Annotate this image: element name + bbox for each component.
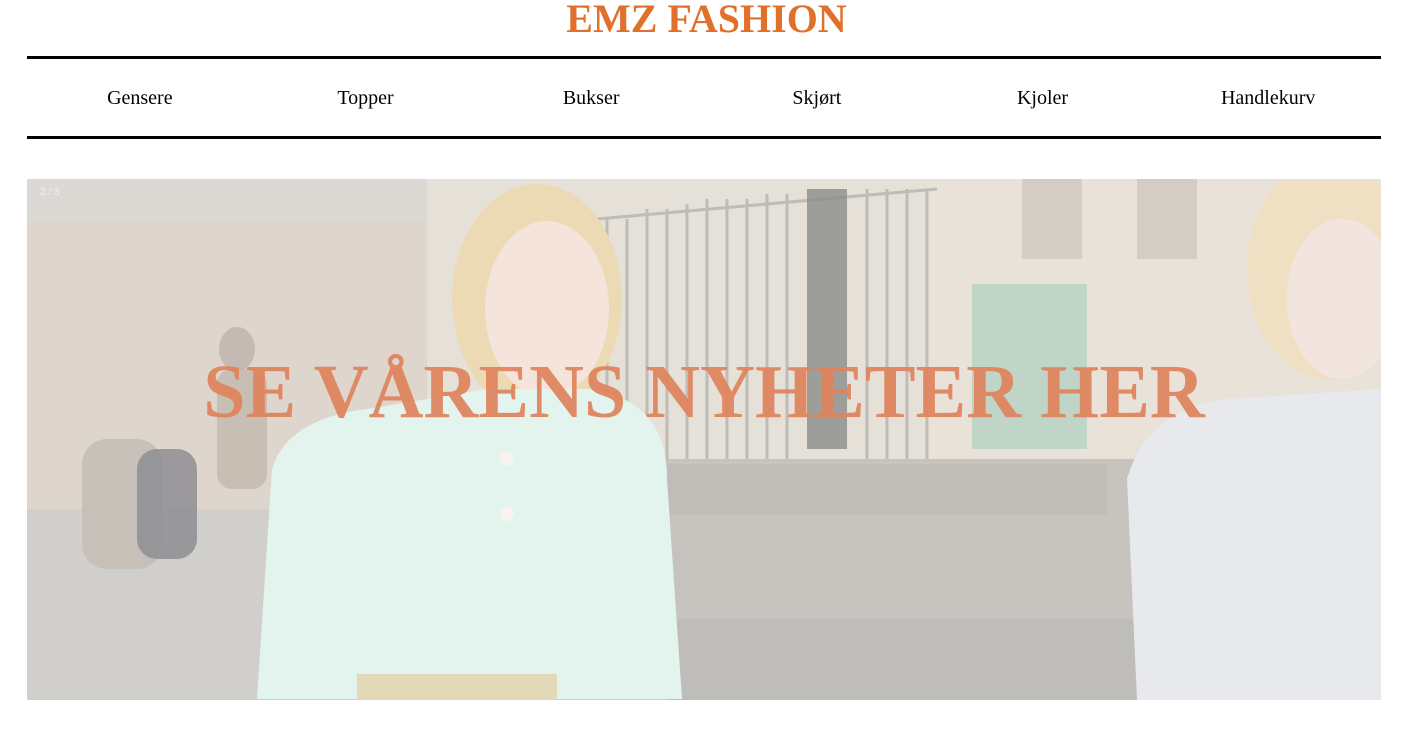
nav-item-skjort[interactable]: Skjørt (704, 85, 930, 110)
slide-counter: 2 / 3 (40, 187, 60, 198)
nav-item-topper[interactable]: Topper (253, 85, 479, 110)
site-title[interactable]: EMZ FASHION (0, 0, 1413, 40)
hero-image (27, 179, 1381, 700)
nav-item-bukser[interactable]: Bukser (478, 85, 704, 110)
nav-item-handlekurv[interactable]: Handlekurv (1155, 85, 1381, 110)
nav-item-kjoler[interactable]: Kjoler (930, 85, 1156, 110)
hero-caption[interactable]: SE VÅRENS NYHETER HER (27, 349, 1381, 436)
nav-item-gensere[interactable]: Gensere (27, 85, 253, 110)
hero-slideshow[interactable]: 2 / 3 SE VÅRENS NYHETER HER (27, 179, 1381, 700)
main-navigation: Gensere Topper Bukser Skjørt Kjoler Hand… (27, 56, 1381, 139)
